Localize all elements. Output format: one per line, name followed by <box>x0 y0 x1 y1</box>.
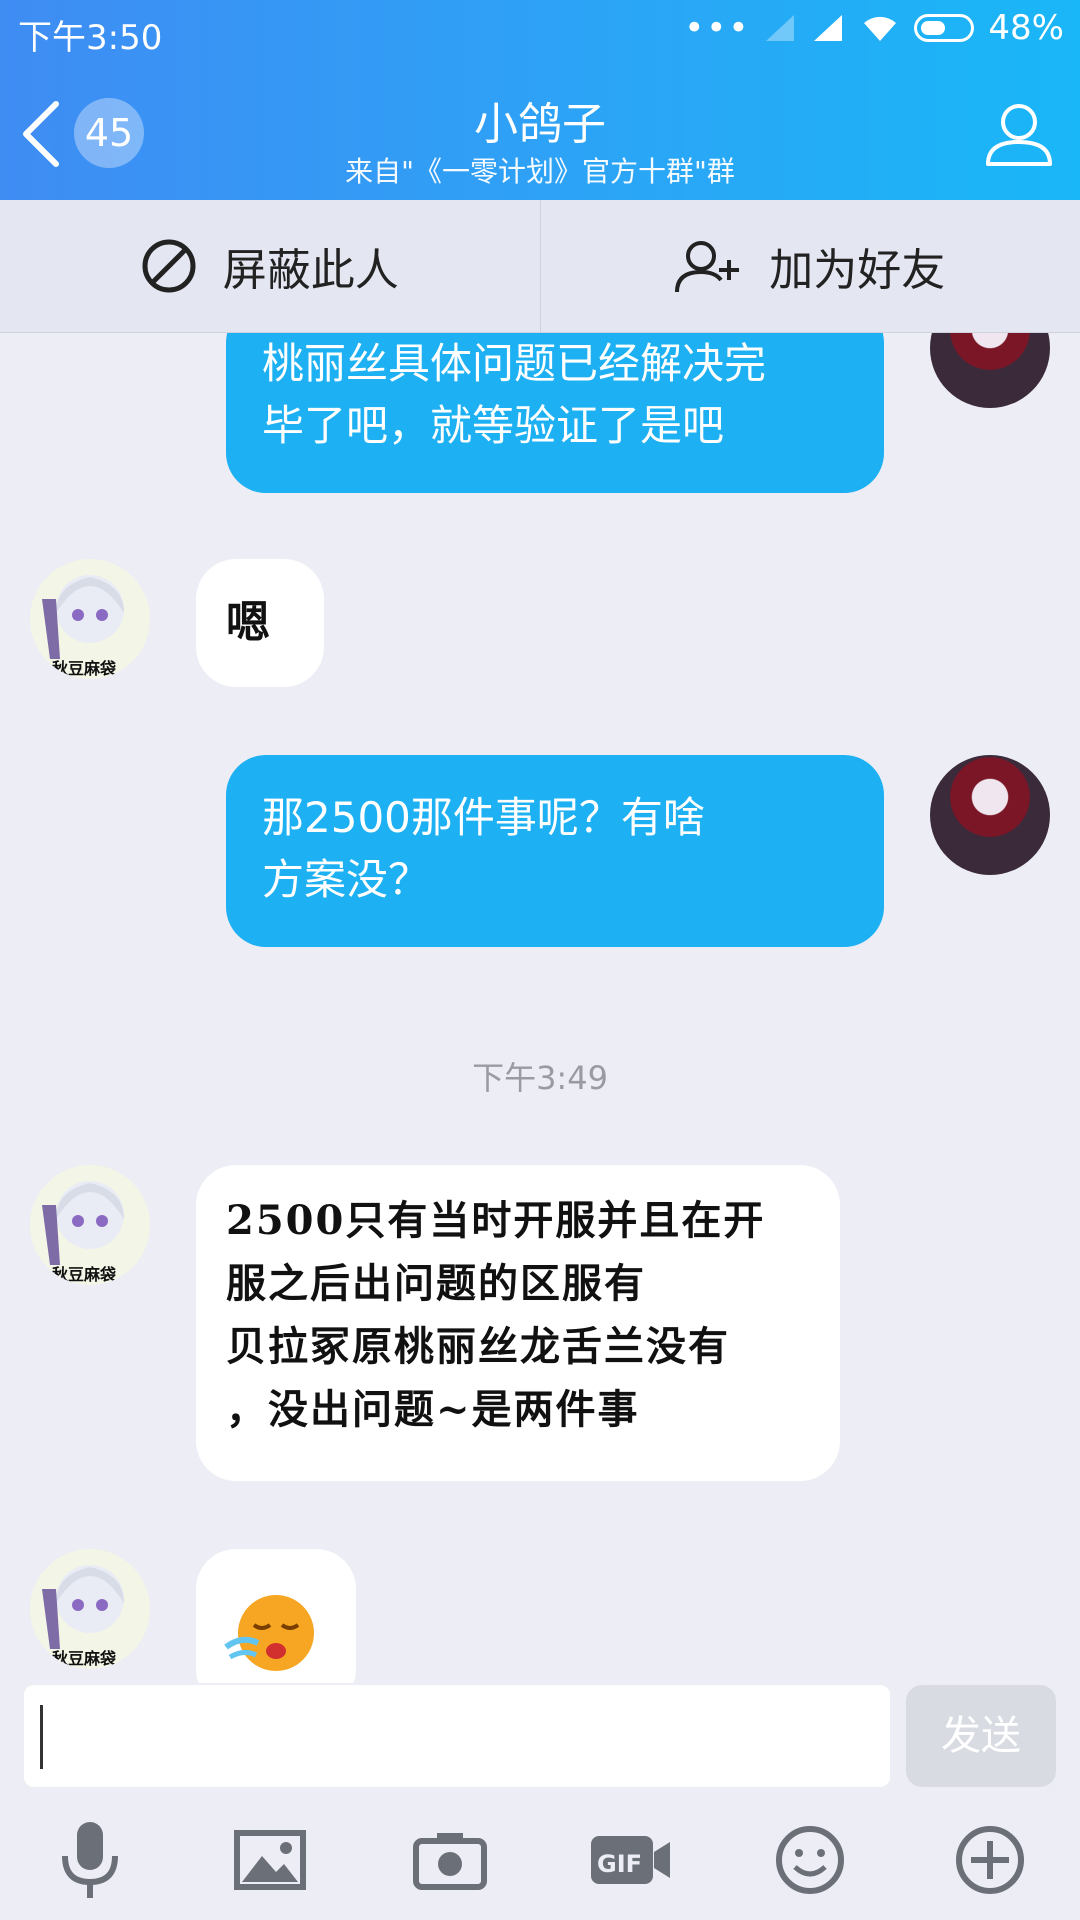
block-user-label: 屏蔽此人 <box>222 245 399 296</box>
page-title: 小鸽子 <box>474 99 606 150</box>
plus-circle-icon <box>956 1826 1024 1894</box>
add-friend-icon <box>675 241 740 293</box>
message-text: 贝拉冢原桃丽丝龙舌兰没有 <box>226 1323 730 1370</box>
camera-button[interactable] <box>405 1815 495 1905</box>
my-message-bubble[interactable]: 那2500那件事呢？有啥 方案没？ <box>226 755 884 947</box>
message-text: 桃丽丝具体问题已经解决完 <box>262 339 767 388</box>
my-avatar[interactable] <box>930 333 1050 408</box>
block-user-button[interactable]: 屏蔽此人 <box>0 200 540 332</box>
avatar-caption: 秋豆麻袋 <box>52 1265 117 1284</box>
received-message-bubble[interactable] <box>196 1549 356 1683</box>
image-button[interactable] <box>225 1815 315 1905</box>
block-icon <box>142 239 196 293</box>
emoji-button[interactable] <box>765 1815 855 1905</box>
camera-icon <box>413 1833 487 1890</box>
image-icon <box>234 1830 306 1890</box>
profile-icon[interactable] <box>984 98 1054 168</box>
gif-icon: GIF <box>591 1836 670 1884</box>
input-bar: 发送 GIF <box>0 1683 1080 1920</box>
microphone-icon <box>62 1822 118 1898</box>
add-friend-label: 加为好友 <box>769 245 946 296</box>
status-icons: ••• 48% <box>684 8 1064 48</box>
message-input[interactable] <box>24 1685 890 1787</box>
chat-header: 下午3:50 ••• 48% 45 小鸽子 来自"《一零计划》官方十群"群 <box>0 0 1080 200</box>
avatar-caption: 秋豆麻袋 <box>52 659 117 678</box>
battery-icon <box>914 14 975 42</box>
more-button[interactable] <box>945 1815 1035 1905</box>
add-friend-button[interactable]: 加为好友 <box>539 200 1080 332</box>
message-text: 嗯 <box>226 597 272 648</box>
status-time: 下午3:50 <box>18 18 163 58</box>
avatar-caption: 秋豆麻袋 <box>52 1649 117 1668</box>
sender-avatar[interactable]: 秋豆麻袋 <box>30 559 150 679</box>
signal-icon <box>814 15 843 41</box>
action-bar: 屏蔽此人 加为好友 <box>0 200 1080 333</box>
crying-face-emoji-icon <box>224 1595 314 1671</box>
more-notifications-icon: ••• <box>684 8 751 48</box>
svg-text:GIF: GIF <box>597 1850 642 1878</box>
my-message-bubble[interactable]: 桃丽丝具体问题已经解决完 毕了吧，就等验证了是吧 <box>226 333 884 493</box>
message-text: ，没出问题~是两件事 <box>226 1386 640 1433</box>
sender-avatar[interactable]: 秋豆麻袋 <box>30 1549 150 1669</box>
message-text: 毕了吧，就等验证了是吧 <box>262 401 725 450</box>
message-text: 2500只有当时开服并且在开 <box>226 1197 766 1244</box>
received-message-bubble[interactable]: 嗯 <box>196 559 324 687</box>
gif-button[interactable]: GIF <box>585 1815 675 1905</box>
received-message-bubble[interactable]: 2500只有当时开服并且在开 服之后出问题的区服有 贝拉冢原桃丽丝龙舌兰没有 ，… <box>196 1165 840 1481</box>
message-text: 服之后出问题的区服有 <box>226 1260 646 1307</box>
my-avatar[interactable] <box>930 755 1050 875</box>
message-text: 那2500那件事呢？有啥 <box>262 793 705 842</box>
voice-button[interactable] <box>45 1815 135 1905</box>
smiley-icon <box>776 1826 844 1894</box>
message-list[interactable]: 桃丽丝具体问题已经解决完 毕了吧，就等验证了是吧 秋豆麻袋 嗯 那2500那件事… <box>0 333 1080 1683</box>
send-button[interactable]: 发送 <box>906 1685 1056 1787</box>
sender-avatar[interactable]: 秋豆麻袋 <box>30 1165 150 1285</box>
sim-no-signal-icon <box>766 15 795 41</box>
status-bar: 下午3:50 ••• 48% <box>0 0 1080 62</box>
toolbar: GIF <box>0 1815 1080 1905</box>
page-subtitle: 来自"《一零计划》官方十群"群 <box>345 155 735 188</box>
message-text: 方案没？ <box>262 855 431 904</box>
message-timestamp: 下午3:49 <box>472 1059 608 1097</box>
battery-percent: 48% <box>988 8 1064 48</box>
wifi-icon <box>864 16 897 41</box>
text-caret <box>40 1705 43 1769</box>
